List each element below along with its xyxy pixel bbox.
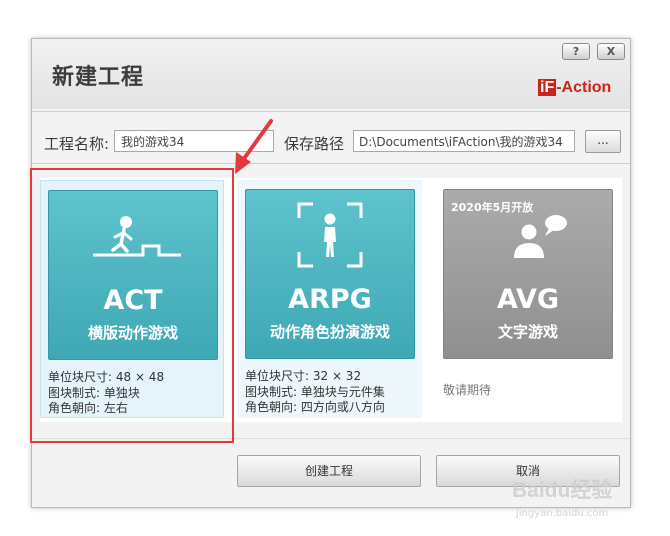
project-name-label: 工程名称: [44,135,110,153]
save-path-label: 保存路径 [284,135,345,153]
info-line: 图块制式: 单独块 [48,385,140,400]
baidu-watermark-url: jingyan.baidu.com [516,508,609,519]
new-project-dialog: 新建工程 ? X iF -Action 工程名称: 我的游戏34 保存路径 D:\… [31,38,631,508]
help-button[interactable]: ? [562,43,590,60]
template-name-avg: AVG [496,284,560,315]
footer-divider [32,438,630,439]
template-tile-act[interactable]: ACT 横版动作游戏 [48,190,218,360]
browse-button[interactable]: ... [585,130,621,153]
template-subtitle-arpg: 动作角色扮演游戏 [269,323,390,341]
form-divider [32,163,630,164]
close-button[interactable]: X [597,43,625,60]
template-name-arpg: ARPG [288,284,372,315]
save-path-input[interactable]: D:\Documents\iFAction\我的游戏34 [353,130,575,152]
dialog-title: 新建工程 [52,65,145,90]
baidu-watermark: Baidu经验 [512,479,613,502]
info-line: 角色朝向: 左右 [48,401,128,415]
running-figure-icon [93,216,181,257]
info-line: 角色朝向: 四方向或八方向 [245,400,385,414]
template-subtitle-act: 横版动作游戏 [87,324,178,342]
template-card-avg[interactable]: 2020年5月开放 AVG 文字游戏 敬请期待 [436,180,620,418]
framed-figure-icon [297,202,363,268]
info-line: 图块制式: 单独块与元件集 [245,384,385,399]
template-tile-arpg[interactable]: ARPG 动作角色扮演游戏 [245,189,415,359]
info-line: 单位块尺寸: 48 × 48 [48,370,165,384]
annotation-arrow [235,119,273,174]
header-divider [32,111,630,112]
template-info-avg: 敬请期待 [443,383,491,399]
template-subtitle-avg: 文字游戏 [497,323,558,341]
template-tile-avg[interactable]: 2020年5月开放 AVG 文字游戏 [443,189,613,359]
dialog-header: 新建工程 ? X iF -Action [32,39,630,109]
template-card-act[interactable]: ACT 横版动作游戏 单位块尺寸: 48 × 48 图块制式: 单独块 角色朝向… [40,180,224,418]
template-info-act: 单位块尺寸: 48 × 48 图块制式: 单独块 角色朝向: 左右 [48,370,164,417]
coming-soon-text: 敬请期待 [443,383,492,397]
template-panel: ACT 横版动作游戏 单位块尺寸: 48 × 48 图块制式: 单独块 角色朝向… [40,178,622,422]
template-name-act: ACT [103,285,163,316]
info-line: 单位块尺寸: 32 × 32 [245,369,362,383]
person-speech-icon [514,215,567,258]
template-info-arpg: 单位块尺寸: 32 × 32 图块制式: 单独块与元件集 角色朝向: 四方向或八… [245,369,385,416]
template-card-arpg[interactable]: ARPG 动作角色扮演游戏 单位块尺寸: 32 × 32 图块制式: 单独块与元… [238,180,422,418]
create-project-button[interactable]: 创建工程 [237,455,421,487]
ifaction-logo: iF -Action [538,79,612,96]
